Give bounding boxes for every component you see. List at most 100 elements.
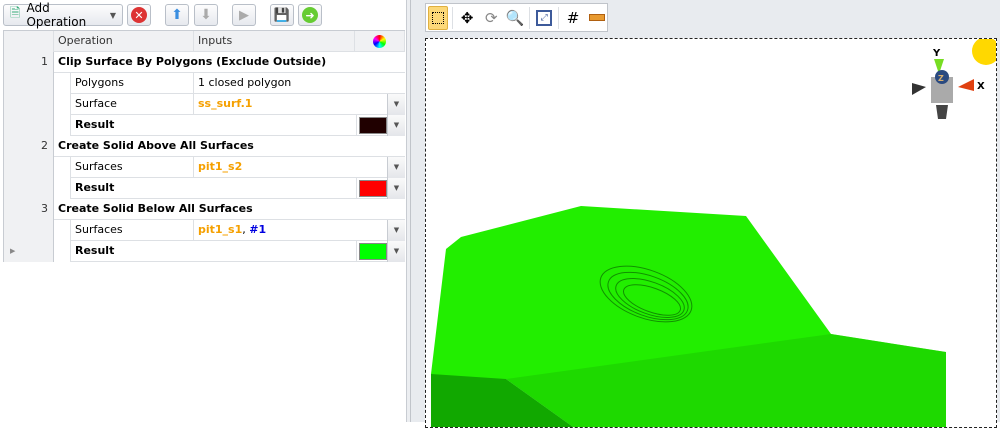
row-header <box>4 157 54 178</box>
header-corner <box>4 31 54 52</box>
separator <box>529 6 531 29</box>
add-operation-button[interactable]: 🗎 Add Operation ▼ <box>3 1 123 29</box>
input-value[interactable]: ss_surf.1 <box>194 94 355 115</box>
operation-name: Create Solid Below All Surfaces <box>58 202 253 215</box>
select-tool-button[interactable] <box>428 5 449 30</box>
dropdown-button[interactable]: ▼ <box>387 115 405 136</box>
grid-button[interactable]: # <box>563 6 583 30</box>
axis-gizmo[interactable]: Y X Z <box>912 39 997 119</box>
rotate-tool-button[interactable]: ⟳ <box>481 6 501 30</box>
result-color-swatch[interactable] <box>356 241 387 262</box>
move-icon: ✥ <box>460 8 474 27</box>
axis-z-label: Z <box>938 74 944 83</box>
row-header <box>4 115 54 136</box>
input-row[interactable]: Surfaces pit1_s1, #1 ▼ <box>4 220 405 241</box>
axis-y-label: Y <box>932 48 941 59</box>
input-row[interactable]: Surface ss_surf.1 ▼ <box>4 94 405 115</box>
axis-x-label: X <box>977 81 985 92</box>
zoom-extents-button[interactable]: ⤢ <box>534 6 554 30</box>
result-color-swatch[interactable] <box>356 115 387 136</box>
dropdown-button[interactable]: ▼ <box>387 241 405 262</box>
input-value[interactable]: 1 closed polygon <box>194 73 355 94</box>
select-rect-icon <box>432 11 445 24</box>
magnifier-icon: 🔍 <box>505 8 525 27</box>
add-document-icon: 🗎 <box>10 6 21 21</box>
row-header <box>4 178 54 199</box>
indent <box>54 241 71 262</box>
run-button[interactable]: ▶ <box>232 4 256 26</box>
result-row[interactable]: ▶ Result ▼ <box>4 241 405 262</box>
result-row[interactable]: Result ▼ <box>4 178 405 199</box>
dropdown-button[interactable]: ▼ <box>387 94 405 115</box>
move-down-button[interactable]: ⬇ <box>194 4 218 26</box>
result-color-swatch[interactable] <box>356 178 387 199</box>
3d-viewport[interactable]: Y X Z <box>425 38 997 428</box>
fit-extents-icon: ⤢ <box>536 9 553 26</box>
operation-row[interactable]: 3 Create Solid Below All Surfaces <box>4 199 405 220</box>
light-sun-icon <box>972 39 996 65</box>
ruler-icon <box>589 14 606 21</box>
input-label: Surfaces <box>71 220 194 241</box>
operations-panel: 🗎 Add Operation ▼ ✕ ⬆ ⬇ ▶ 💾 ➜ Operation … <box>0 0 406 422</box>
row-number: 1 <box>4 52 54 73</box>
dropdown-button[interactable]: ▼ <box>387 157 405 178</box>
separator <box>452 6 454 29</box>
indent <box>54 94 71 115</box>
grid-header: Operation Inputs <box>4 31 405 52</box>
move-up-button[interactable]: ⬆ <box>165 4 189 26</box>
input-row[interactable]: Polygons 1 closed polygon <box>4 73 405 94</box>
play-icon: ▶ <box>239 7 249 23</box>
row-header: ▶ <box>4 241 54 262</box>
indent <box>54 178 71 199</box>
input-label: Polygons <box>71 73 194 94</box>
chevron-down-icon: ▼ <box>109 10 116 20</box>
operation-name: Create Solid Above All Surfaces <box>58 139 254 152</box>
row-header <box>4 73 54 94</box>
indent <box>54 73 71 94</box>
input-label: Surfaces <box>71 157 194 178</box>
result-label: Result <box>75 181 115 194</box>
dropdown-button[interactable]: ▼ <box>387 220 405 241</box>
dropdown-button[interactable]: ▼ <box>387 178 405 199</box>
save-button[interactable]: 💾 <box>270 4 294 26</box>
input-value[interactable]: pit1_s1, #1 <box>194 220 355 241</box>
viewer-toolbar: ✥ ⟳ 🔍 ⤢ # <box>425 3 608 32</box>
grid-icon: # <box>566 8 580 27</box>
rotate-icon: ⟳ <box>484 8 498 27</box>
input-value[interactable]: pit1_s2 <box>194 157 355 178</box>
operation-name: Clip Surface By Polygons (Exclude Outsid… <box>58 55 327 68</box>
separator <box>558 6 559 29</box>
operations-grid: Operation Inputs 1 Clip Surface By Polyg… <box>3 30 405 262</box>
row-header <box>4 220 54 241</box>
row-number: 2 <box>4 136 54 157</box>
operation-row[interactable]: 2 Create Solid Above All Surfaces <box>4 136 405 157</box>
operation-reference: #1 <box>249 223 267 236</box>
indent <box>54 115 71 136</box>
delete-button[interactable]: ✕ <box>127 4 151 26</box>
save-export-icon: 💾 <box>273 7 291 23</box>
arrow-up-icon: ⬆ <box>171 7 183 23</box>
operation-row[interactable]: 1 Clip Surface By Polygons (Exclude Outs… <box>4 52 405 73</box>
terrain-solid: Y X Z <box>431 39 997 427</box>
input-row[interactable]: Surfaces pit1_s2 ▼ <box>4 157 405 178</box>
go-icon: ➜ <box>302 7 318 23</box>
operations-toolbar: 🗎 Add Operation ▼ ✕ ⬆ ⬇ ▶ 💾 ➜ <box>0 0 406 30</box>
header-color[interactable] <box>355 31 405 52</box>
measure-button[interactable] <box>587 6 607 30</box>
add-operation-label: Add Operation <box>26 1 87 29</box>
pan-tool-button[interactable]: ✥ <box>457 6 477 30</box>
row-number: 3 <box>4 199 54 220</box>
surface-name: pit1_s1 <box>198 223 243 236</box>
delete-icon: ✕ <box>131 7 147 23</box>
indent <box>54 220 71 241</box>
header-inputs[interactable]: Inputs <box>194 31 355 52</box>
result-label: Result <box>75 244 115 257</box>
header-operation[interactable]: Operation <box>54 31 194 52</box>
row-header <box>4 94 54 115</box>
input-label: Surface <box>71 94 194 115</box>
zoom-tool-button[interactable]: 🔍 <box>505 6 525 30</box>
color-wheel-icon <box>373 35 386 48</box>
result-row[interactable]: Result ▼ <box>4 115 405 136</box>
indent <box>54 157 71 178</box>
apply-button[interactable]: ➜ <box>298 4 322 26</box>
